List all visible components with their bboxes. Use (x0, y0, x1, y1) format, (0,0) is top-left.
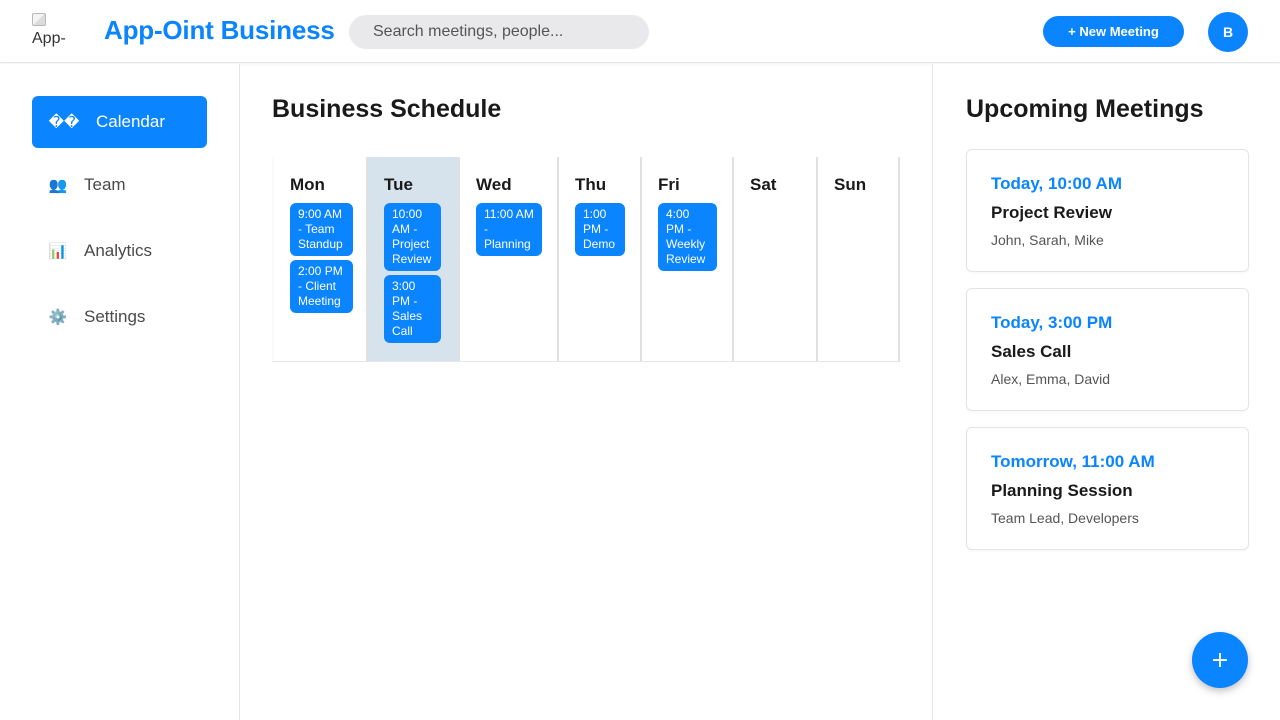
day-name: Tue (384, 175, 413, 194)
sidebar-item-calendar[interactable]: �� Calendar (32, 96, 207, 148)
calendar-event[interactable]: 9:00 AM - Team Standup (290, 203, 353, 256)
day-name: Fri (658, 175, 680, 194)
meeting-title: Planning Session (991, 481, 1133, 500)
meeting-card[interactable]: Tomorrow, 11:00 AM Planning Session Team… (966, 427, 1249, 550)
upcoming-panel: Upcoming Meetings Today, 10:00 AM Projec… (932, 64, 1280, 720)
day-column-fri[interactable]: Fri 4:00 PM - Weekly Review (642, 157, 734, 361)
sidebar-item-label: Team (84, 175, 126, 194)
top-header: App- App-Oint Business + New Meeting B (0, 0, 1280, 63)
new-meeting-button[interactable]: + New Meeting (1043, 16, 1184, 47)
day-column-wed[interactable]: Wed 11:00 AM - Planning (460, 157, 559, 361)
page-title: Business Schedule (272, 95, 502, 123)
meeting-time: Today, 3:00 PM (991, 313, 1113, 332)
meeting-title: Project Review (991, 203, 1112, 222)
calendar-event[interactable]: 2:00 PM - Client Meeting (290, 260, 353, 313)
sidebar-item-label: Calendar (96, 112, 165, 131)
day-name: Thu (575, 175, 607, 194)
meeting-title: Sales Call (991, 342, 1072, 361)
day-column-sun[interactable]: Sun (818, 157, 900, 361)
week-calendar: Mon 9:00 AM - Team Standup 2:00 PM - Cli… (272, 157, 900, 362)
day-column-thu[interactable]: Thu 1:00 PM - Demo (559, 157, 642, 361)
sidebar: �� Calendar 👥 Team 📊 Analytics ⚙️ Settin… (0, 64, 240, 720)
meeting-attendees: Team Lead, Developers (991, 510, 1139, 526)
calendar-event[interactable]: 1:00 PM - Demo (575, 203, 625, 256)
day-name: Mon (290, 175, 325, 194)
meeting-card[interactable]: Today, 3:00 PM Sales Call Alex, Emma, Da… (966, 288, 1249, 411)
add-meeting-fab[interactable]: + (1192, 632, 1248, 688)
day-column-sat[interactable]: Sat (734, 157, 818, 361)
avatar[interactable]: B (1208, 12, 1248, 52)
sidebar-item-settings[interactable]: ⚙️ Settings (32, 291, 207, 343)
day-column-mon[interactable]: Mon 9:00 AM - Team Standup 2:00 PM - Cli… (272, 157, 368, 361)
team-icon: 👥 (48, 177, 68, 194)
calendar-event[interactable]: 3:00 PM - Sales Call (384, 275, 441, 343)
calendar-event[interactable]: 11:00 AM - Planning (476, 203, 542, 256)
sidebar-item-analytics[interactable]: 📊 Analytics (32, 225, 207, 277)
meeting-attendees: John, Sarah, Mike (991, 232, 1104, 248)
meeting-time: Tomorrow, 11:00 AM (991, 452, 1155, 471)
sidebar-item-label: Analytics (84, 241, 153, 260)
gear-icon: ⚙️ (48, 309, 68, 326)
brand-title[interactable]: App-Oint Business (104, 15, 335, 46)
day-name: Sun (834, 175, 867, 194)
calendar-icon: �� (48, 114, 80, 131)
day-column-tue[interactable]: Tue 10:00 AM - Project Review 3:00 PM - … (368, 157, 460, 361)
search-input[interactable] (349, 15, 649, 49)
day-name: Wed (476, 175, 512, 194)
calendar-event[interactable]: 10:00 AM - Project Review (384, 203, 441, 271)
day-name: Sat (750, 175, 777, 194)
logo-alt-text: App- (32, 30, 66, 47)
analytics-icon: 📊 (48, 243, 68, 260)
app-logo[interactable]: App- (32, 13, 72, 49)
meeting-attendees: Alex, Emma, David (991, 371, 1111, 387)
main-content: Business Schedule Mon 9:00 AM - Team Sta… (240, 64, 932, 720)
upcoming-title: Upcoming Meetings (966, 95, 1204, 123)
sidebar-item-label: Settings (84, 307, 146, 326)
meeting-card[interactable]: Today, 10:00 AM Project Review John, Sar… (966, 149, 1249, 272)
broken-image-icon (32, 13, 46, 26)
sidebar-item-team[interactable]: 👥 Team (32, 159, 207, 211)
meeting-time: Today, 10:00 AM (991, 174, 1122, 193)
calendar-event[interactable]: 4:00 PM - Weekly Review (658, 203, 717, 271)
